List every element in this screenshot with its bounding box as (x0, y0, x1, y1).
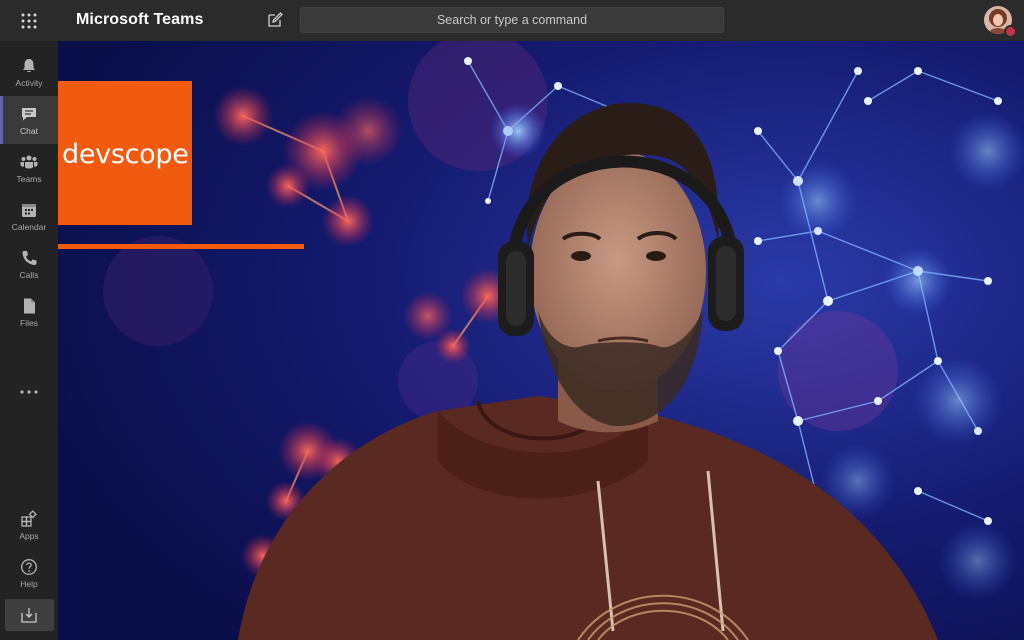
rail-item-help[interactable]: Help (0, 549, 58, 597)
video-feed: devscope (58, 41, 1024, 640)
rail-item-calendar[interactable]: Calendar (0, 192, 58, 240)
apps-icon (21, 510, 37, 527)
chat-icon (22, 108, 36, 121)
logo-underline (58, 244, 304, 249)
app-launcher-icon[interactable] (20, 12, 38, 30)
rail-item-label: Files (20, 318, 38, 328)
bell-icon (23, 59, 35, 73)
help-icon (21, 559, 37, 575)
app-bar: Activity Chat Teams Calendar Calls Files… (0, 41, 58, 640)
rail-item-files[interactable]: Files (0, 288, 58, 336)
rail-item-label: Help (20, 579, 38, 589)
file-icon (24, 298, 35, 314)
devscope-logo: devscope (58, 81, 192, 225)
rail-item-calls[interactable]: Calls (0, 240, 58, 288)
rail-item-label: Teams (16, 174, 42, 184)
presence-status-badge (1004, 25, 1017, 38)
rail-item-label: Calendar (11, 222, 47, 232)
title-bar: Microsoft Teams (0, 0, 1024, 42)
rail-item-label: Chat (20, 126, 38, 136)
phone-icon (22, 251, 37, 265)
teams-icon (20, 155, 38, 169)
logo-text: devscope (62, 139, 189, 170)
rail-item-teams[interactable]: Teams (0, 144, 58, 192)
rail-item-chat[interactable]: Chat (0, 96, 58, 144)
more-apps-icon[interactable] (19, 387, 39, 397)
rail-item-apps[interactable]: Apps (0, 501, 58, 549)
video-frame-image (58, 41, 1024, 640)
app-title: Microsoft Teams (76, 11, 204, 28)
download-icon (21, 608, 37, 623)
rail-item-label: Apps (19, 531, 39, 541)
calendar-icon (22, 204, 36, 217)
rail-item-activity[interactable]: Activity (0, 48, 58, 96)
download-button[interactable] (5, 599, 54, 631)
rail-item-label: Activity (15, 78, 43, 88)
new-chat-icon[interactable] (266, 11, 284, 29)
search-input[interactable] (300, 7, 724, 33)
rail-item-label: Calls (19, 270, 39, 280)
